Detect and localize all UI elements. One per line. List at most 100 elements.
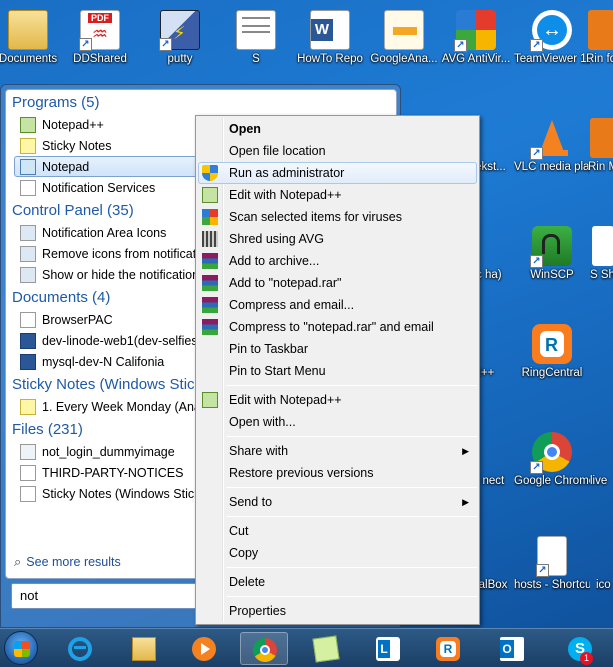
desktop-icon-ico[interactable]: ico	[596, 530, 613, 592]
menu-item-compress-and-email[interactable]: Compress and email...	[196, 294, 479, 316]
menu-item-cut[interactable]: Cut	[196, 520, 479, 542]
desktop-icon-live[interactable]: live	[590, 426, 613, 488]
file-icon	[20, 311, 36, 328]
taskbar-ringcentral[interactable]: R	[424, 632, 472, 665]
menu-item-open-with[interactable]: Open with...	[196, 411, 479, 433]
shredder-icon	[202, 231, 218, 247]
document-icon	[236, 10, 276, 50]
desktop-icon-winscp[interactable]: ↗ WinSCP	[514, 220, 590, 282]
desktop-icon-documents[interactable]: Documents	[0, 4, 66, 66]
shortcut-arrow-icon: ↗	[530, 255, 543, 268]
result-label: Show or hide the notification	[42, 267, 200, 282]
desktop-icon-howto-repo[interactable]: W HowTo Repo	[292, 4, 368, 66]
word-icon: W	[310, 10, 350, 50]
ringcentral-icon: R	[532, 324, 572, 364]
menu-item-delete[interactable]: Delete	[196, 571, 479, 593]
desktop-icon-ringcentral[interactable]: R RingCentral	[514, 318, 590, 380]
taskbar-file-explorer[interactable]	[120, 632, 168, 665]
menu-item-add-to-notepad-rar[interactable]: Add to "notepad.rar"	[196, 272, 479, 294]
notepad-plus-icon	[20, 116, 36, 133]
desktop-icon-ring-for[interactable]: Rin for	[586, 4, 613, 66]
notepad-plus-icon	[202, 187, 218, 203]
result-label: 1. Every Week Monday (Analy	[42, 399, 210, 414]
desktop-icon-ddshared[interactable]: PDF ♒ ↗ DDShared	[62, 4, 138, 66]
taskbar-internet-explorer[interactable]	[56, 632, 104, 665]
internet-explorer-icon	[68, 637, 92, 661]
search-value: not	[20, 588, 39, 603]
taskbar-outlook[interactable]: O	[488, 632, 536, 665]
chrome-icon: ↗	[530, 432, 572, 474]
outlook-icon: O	[500, 637, 524, 661]
desktop-icon-rin-m[interactable]: Rin M	[588, 112, 613, 174]
menu-item-add-to-archive[interactable]: Add to archive...	[196, 250, 479, 272]
result-label: Sticky Notes	[42, 138, 112, 153]
menu-item-copy[interactable]: Copy	[196, 542, 479, 564]
vlc-cone-icon: ↗	[530, 118, 572, 160]
shortcut-arrow-icon: ↗	[530, 147, 543, 160]
menu-item-open-file-location[interactable]: Open file location	[196, 140, 479, 162]
result-label: Remove icons from notification	[42, 246, 213, 261]
menu-item-shred-avg[interactable]: Shred using AVG	[196, 228, 479, 250]
folder-icon	[132, 637, 156, 661]
app-icon	[603, 536, 613, 576]
menu-item-run-as-administrator[interactable]: Run as administrator	[198, 162, 477, 184]
menu-item-send-to[interactable]: Send to ▶	[196, 491, 479, 513]
see-more-results-link[interactable]: ⌕ See more results	[14, 554, 121, 570]
taskbar-sticky-notes[interactable]	[302, 632, 350, 665]
winscp-icon: ↗	[530, 226, 572, 268]
folder-icon	[8, 10, 48, 50]
submenu-arrow-icon: ▶	[462, 497, 469, 507]
taskbar-media-player[interactable]	[180, 632, 228, 665]
uac-shield-icon	[202, 165, 218, 181]
notepad-plus-icon	[202, 392, 218, 408]
app-icon	[590, 118, 613, 158]
result-label: Notepad++	[42, 117, 104, 132]
notepad-icon	[20, 158, 36, 175]
avg-icon: ↗	[454, 10, 496, 52]
windows-logo-icon	[14, 641, 30, 657]
desktop-icon-avg-antivirus[interactable]: ↗ AVG AntiVir...	[438, 4, 514, 66]
desktop-icon-googleanalytics[interactable]: GoogleAna...	[366, 4, 442, 66]
see-more-label: See more results	[26, 555, 121, 569]
taskbar-lync[interactable]: L	[364, 632, 412, 665]
file-icon	[20, 485, 36, 502]
menu-item-share-with[interactable]: Share with ▶	[196, 440, 479, 462]
menu-item-properties[interactable]: Properties	[196, 600, 479, 622]
desktop-icon-vlc[interactable]: ↗ VLC media player	[514, 112, 590, 174]
result-label: mysql-dev-N Califonia	[42, 354, 165, 369]
menu-item-pin-to-taskbar[interactable]: Pin to Taskbar	[196, 338, 479, 360]
submenu-arrow-icon: ▶	[462, 446, 469, 456]
desktop-icon-s-sh[interactable]: S Sh	[590, 220, 613, 282]
menu-item-edit-with-notepad-plus[interactable]: Edit with Notepad++	[196, 184, 479, 206]
start-button[interactable]	[4, 631, 38, 665]
menu-separator	[226, 436, 477, 437]
menu-item-edit-with-notepad-plus-2[interactable]: Edit with Notepad++	[196, 389, 479, 411]
menu-item-open[interactable]: Open	[196, 118, 479, 140]
avg-icon	[202, 209, 218, 225]
menu-separator	[226, 567, 477, 568]
taskbar: L R O S 1	[0, 628, 613, 667]
desktop-icon-teamviewer[interactable]: ↔ ↗ TeamViewer 12	[514, 4, 590, 66]
desktop-icon-google-chrome[interactable]: ↗ Google Chrome	[514, 426, 590, 488]
menu-separator	[226, 596, 477, 597]
section-header-programs[interactable]: Programs (5)	[6, 92, 396, 114]
menu-item-compress-to-rar-and-email[interactable]: Compress to "notepad.rar" and email	[196, 316, 479, 338]
control-panel-icon	[20, 266, 36, 283]
desktop-icon-hosts-shortcut[interactable]: ↗ hosts - Shortcut	[514, 530, 590, 592]
taskbar-skype[interactable]: S 1	[556, 632, 604, 665]
skype-notification-badge: 1	[580, 652, 593, 665]
media-player-icon	[192, 637, 216, 661]
result-label: Notepad	[42, 159, 90, 174]
desktop-icon-putty[interactable]: ⚡ ↗ putty	[142, 4, 218, 66]
winrar-icon	[202, 319, 218, 335]
app-icon	[588, 10, 613, 50]
menu-item-scan-viruses[interactable]: Scan selected items for viruses	[196, 206, 479, 228]
menu-separator	[226, 516, 477, 517]
desktop-icon-s-document[interactable]: S	[218, 4, 294, 66]
pdf-icon: PDF ♒ ↗	[79, 10, 120, 51]
menu-item-restore-previous-versions[interactable]: Restore previous versions	[196, 462, 479, 484]
shortcut-arrow-icon: ↗	[454, 39, 467, 52]
taskbar-chrome[interactable]	[240, 632, 288, 665]
menu-item-pin-to-start-menu[interactable]: Pin to Start Menu	[196, 360, 479, 382]
menu-separator	[226, 385, 477, 386]
